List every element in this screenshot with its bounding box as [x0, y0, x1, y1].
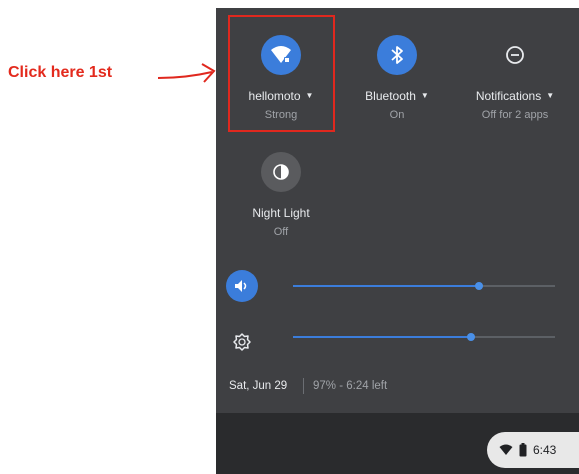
annotation-highlight-box: [228, 15, 335, 132]
brightness-slider[interactable]: [293, 331, 555, 343]
annotation-label: Click here 1st: [8, 64, 113, 81]
volume-slider[interactable]: [293, 280, 555, 292]
night-light-tile[interactable]: Night Light Off: [226, 152, 336, 238]
annotation-arrow: [157, 63, 216, 83]
brightness-slider-thumb[interactable]: [467, 333, 475, 341]
bluetooth-tile[interactable]: Bluetooth ▼ On: [342, 35, 452, 121]
notifications-tile[interactable]: Notifications ▼ Off for 2 apps: [460, 35, 570, 121]
clock: 6:43: [533, 443, 557, 457]
night-light-icon[interactable]: [261, 152, 301, 192]
volume-slider-thumb[interactable]: [475, 282, 483, 290]
battery-status: 97% - 6:24 left: [313, 380, 388, 392]
battery-icon: [519, 443, 527, 457]
wifi-icon: [499, 444, 513, 455]
footer-divider: [303, 378, 304, 394]
do-not-disturb-icon[interactable]: [495, 35, 535, 75]
bluetooth-icon[interactable]: [377, 35, 417, 75]
brightness-icon[interactable]: [226, 326, 258, 358]
date-label[interactable]: Sat, Jun 29: [229, 380, 287, 392]
system-tray[interactable]: 6:43: [487, 432, 579, 468]
bluetooth-label[interactable]: Bluetooth ▼: [342, 89, 452, 103]
night-light-status: Off: [273, 226, 289, 238]
bluetooth-status: On: [389, 109, 405, 121]
notifications-status: Off for 2 apps: [481, 109, 549, 121]
notifications-label[interactable]: Notifications ▼: [460, 89, 570, 103]
volume-icon[interactable]: [226, 270, 258, 302]
night-light-label[interactable]: Night Light: [226, 206, 336, 220]
